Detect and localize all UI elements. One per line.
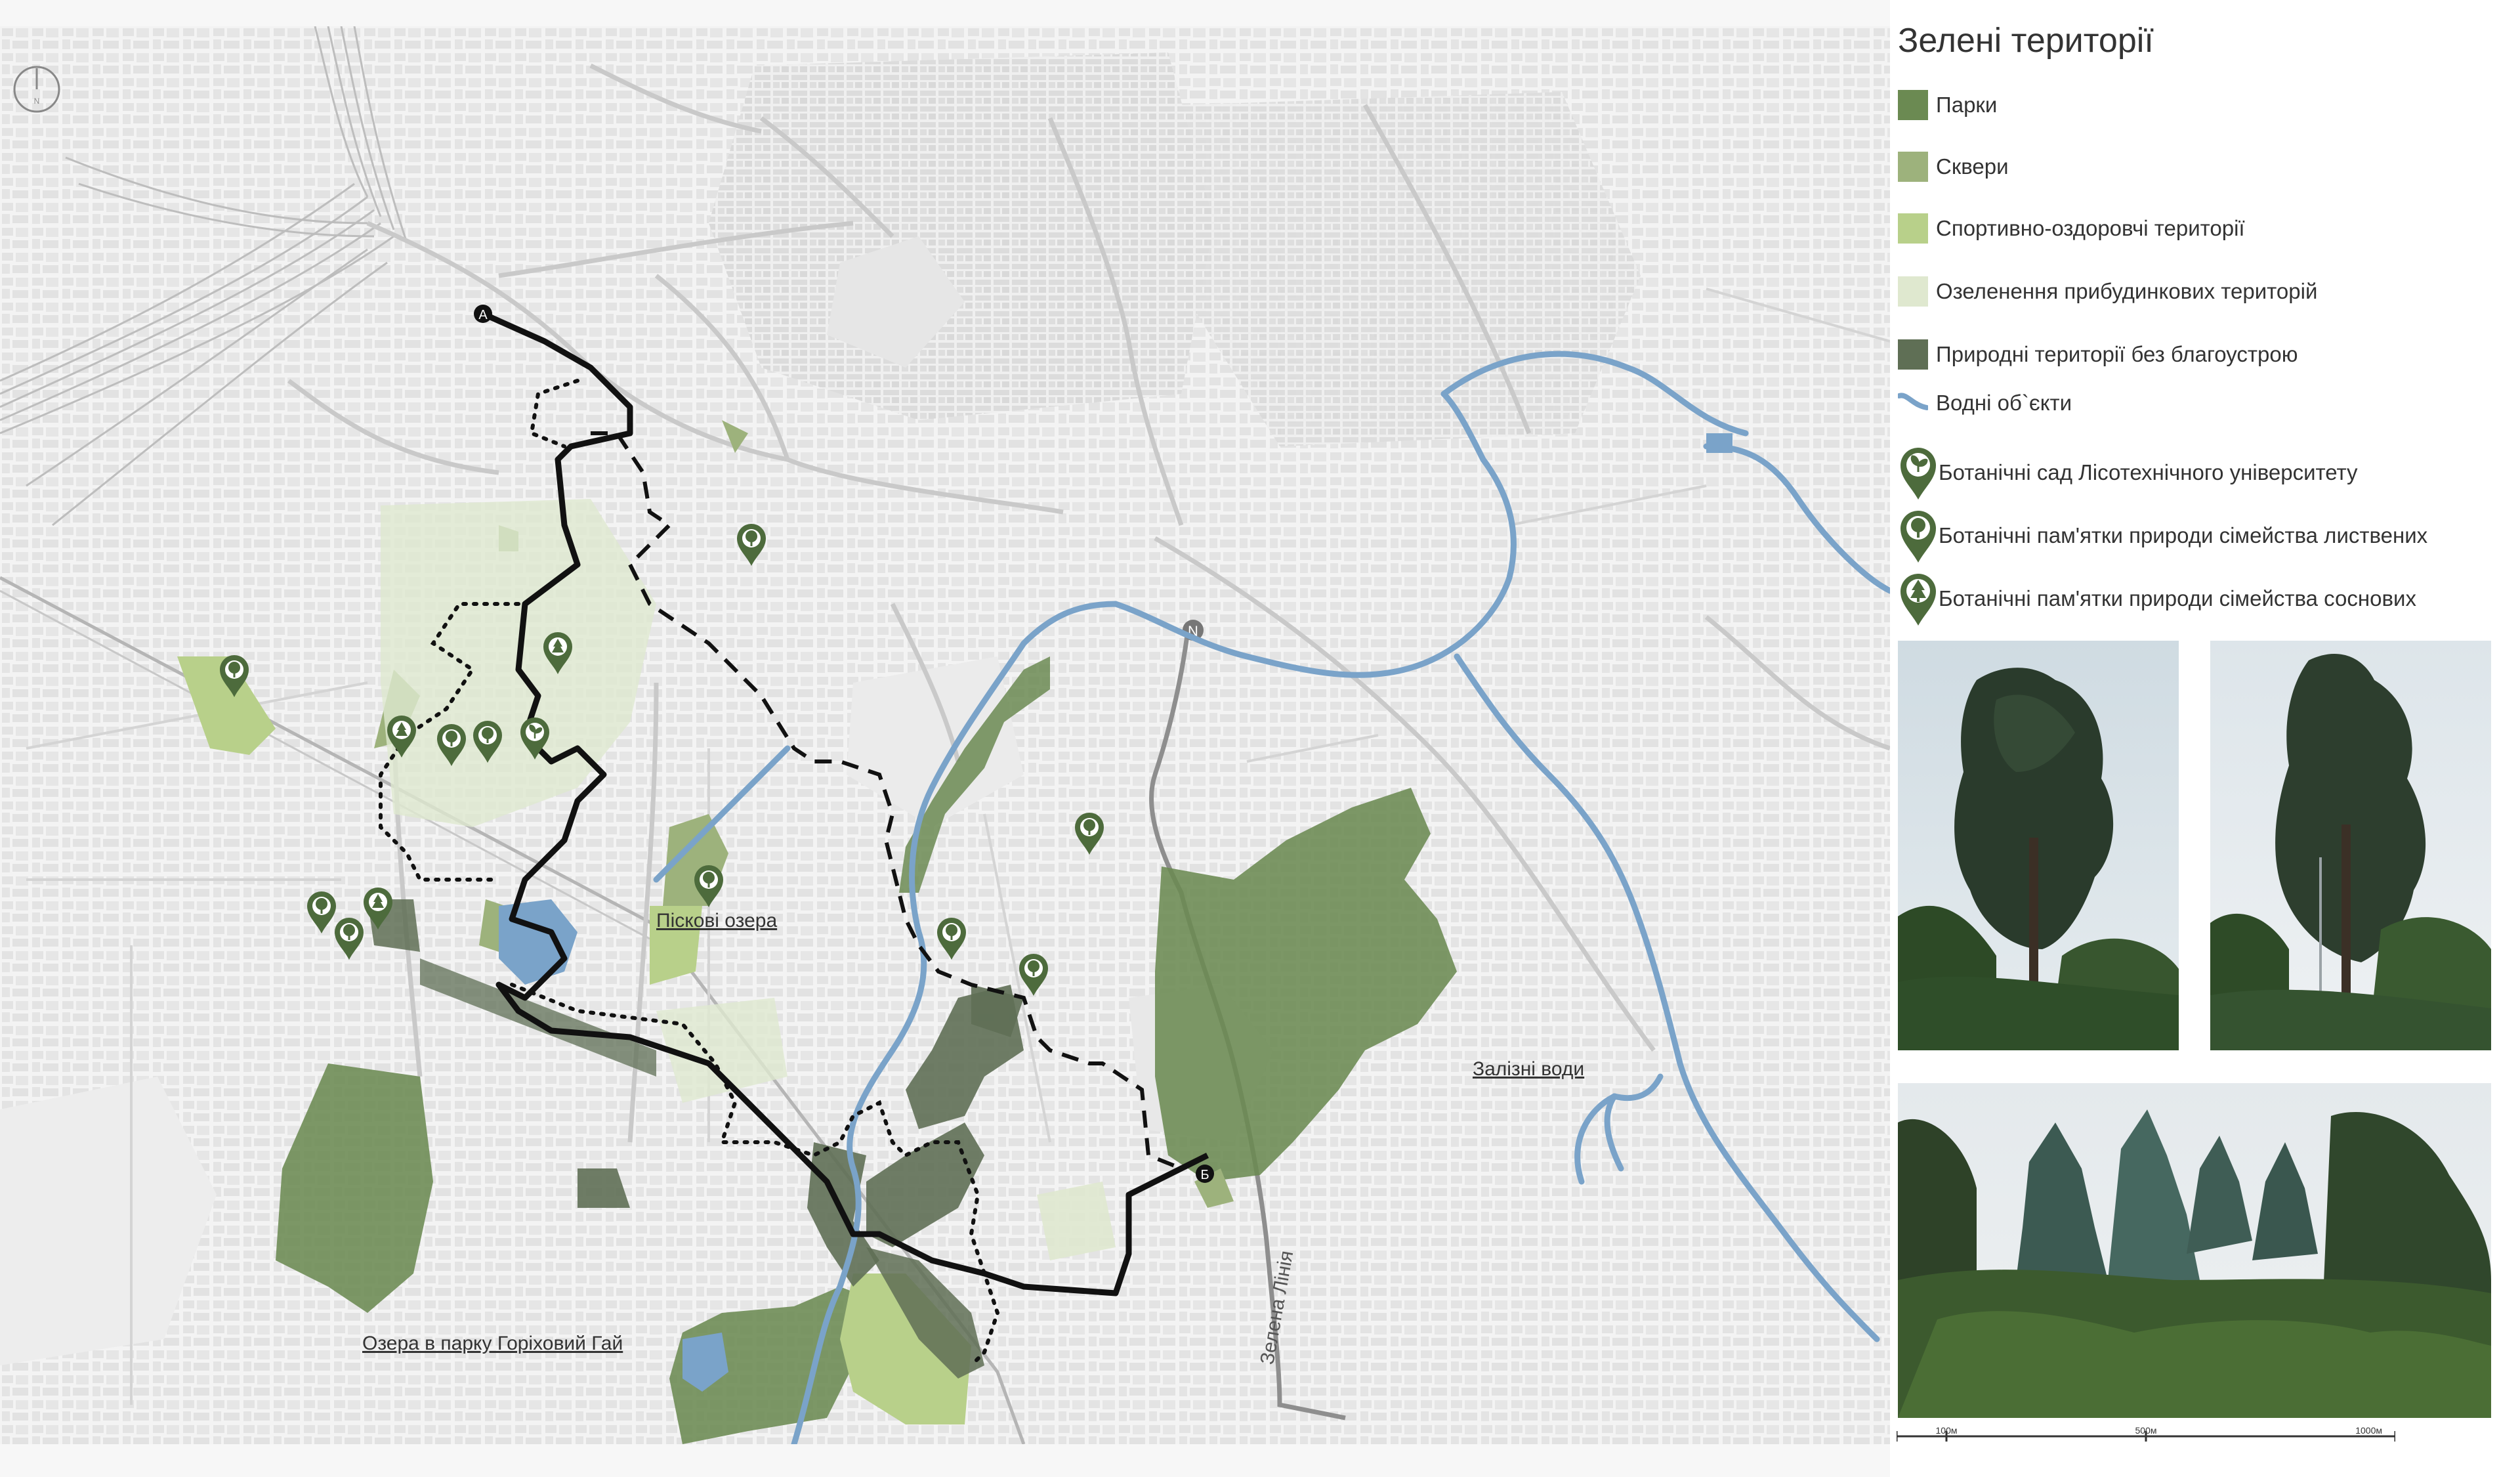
legend-item-pine: Ботанічні пам'ятки природи сімейства сос… (1898, 573, 2416, 626)
legend-item-sport: Спортивно-оздоровчі території (1898, 209, 2245, 248)
label-zalizni-vody: Залізні води (1473, 1058, 1585, 1080)
legend-item-botanic-garden: Ботанічні сад Лісотехнічного університет… (1898, 447, 2358, 500)
water-icon (1898, 393, 1928, 410)
old-town (709, 53, 1214, 420)
natural-swatch (1898, 339, 1928, 370)
sprout-pin-icon (1900, 447, 1936, 500)
route-end-label: Б (1200, 1168, 1209, 1182)
compass-icon: N (12, 64, 62, 114)
legend-item-parks: Парки (1898, 85, 1997, 125)
legend-label: Спортивно-оздоровчі території (1936, 216, 2245, 240)
legend-label: Озеленення прибудинкових територій (1936, 279, 2318, 303)
pine-pin-icon (1900, 573, 1936, 626)
yard-area (1037, 1182, 1116, 1260)
legend-label: Парки (1936, 93, 1998, 117)
parks-swatch (1898, 90, 1928, 120)
legend-label: Сквери (1936, 154, 2009, 179)
route-start-label: А (478, 308, 488, 322)
legend-item-yards: Озеленення прибудинкових територій (1898, 272, 2317, 311)
legend-label: Водні об`єкти (1936, 391, 2072, 415)
label-park-lakes: Озера в парку Горіховий Гай (362, 1333, 623, 1354)
legend-panel: Зелені території Парки Сквери Спортивно-… (1890, 0, 2520, 1477)
scale-bar: 100м 500м 1000м (1897, 1426, 2395, 1442)
sport-swatch (1898, 213, 1928, 244)
scale-label: 500м (2135, 1426, 2157, 1436)
legend-item-natural: Природні території без благоустрою (1898, 335, 2298, 374)
photo-conifers (1898, 1083, 2491, 1418)
legend-item-water: Водні об`єкти (1898, 383, 2072, 423)
legend-item-squares: Сквери (1898, 147, 2009, 186)
photo-tree-1 (1898, 641, 2179, 1050)
label-pisky-lakes: Піскові озера (656, 910, 778, 931)
squares-swatch (1898, 152, 1928, 182)
scale-label: 100м (1936, 1426, 1958, 1436)
yards-swatch (1898, 276, 1928, 307)
tree-pin-icon (1900, 510, 1936, 563)
svg-text:N: N (34, 96, 40, 106)
scale-label: 1000м (2355, 1426, 2382, 1436)
legend-label: Ботанічні пам'ятки природи сімейства лис… (1939, 523, 2428, 547)
photo-tree-2 (2210, 641, 2491, 1050)
city-map[interactable]: N А Б Зелена Лінія N Піскові озера Заліз… (0, 26, 1893, 1447)
legend-label: Ботанічні пам'ятки природи сімейства сос… (1939, 586, 2416, 610)
legend-title: Зелені території (1898, 22, 2154, 60)
east-district (1181, 92, 1641, 446)
legend-label: Природні території без благоустрою (1936, 342, 2298, 366)
legend-label: Ботанічні сад Лісотехнічного університет… (1939, 460, 2358, 484)
legend-item-deciduous: Ботанічні пам'ятки природи сімейства лис… (1898, 510, 2428, 563)
